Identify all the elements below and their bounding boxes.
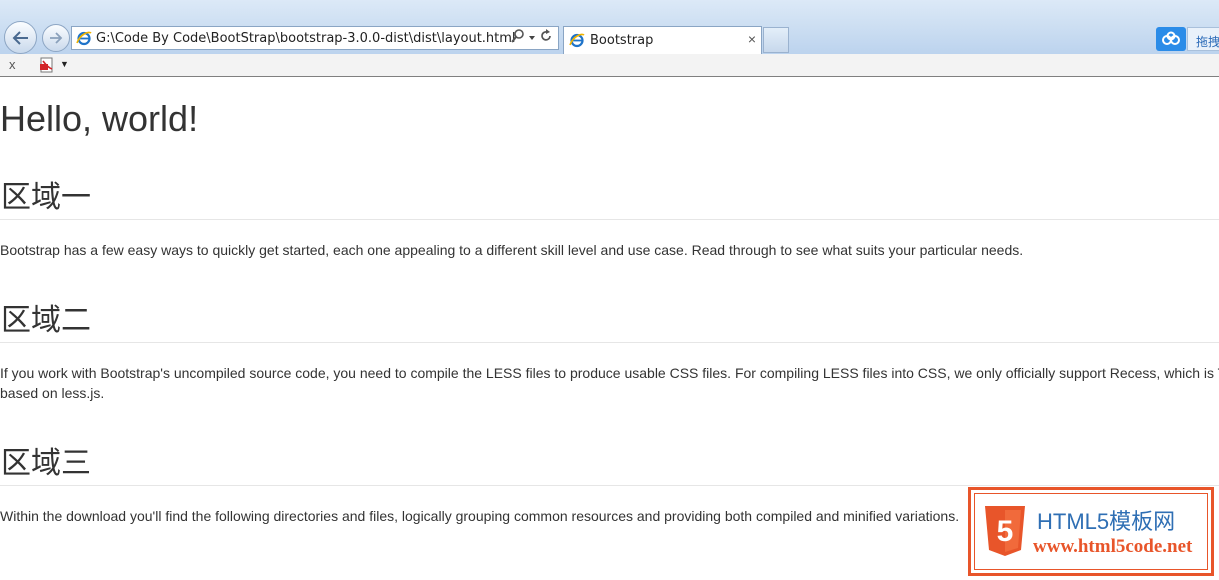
section-text-1: Bootstrap has a few easy ways to quickly… [0,242,1024,258]
section-text-2-line1: If you work with Bootstrap's uncompiled … [0,365,1219,381]
section-title-1: 区域一 [1,180,91,215]
new-tab-button[interactable] [763,27,789,53]
close-icon[interactable]: × [748,31,756,47]
watermark-url: www.html5code.net [1033,536,1193,557]
cloud-button[interactable] [1156,27,1186,51]
search-icon[interactable] [510,28,526,49]
arrow-left-icon [12,30,28,45]
divider [0,342,1219,343]
close-toolbar-icon[interactable]: x [9,57,16,72]
forward-button[interactable] [42,24,70,52]
section-title-3: 区域三 [1,446,91,481]
address-bar[interactable]: G:\Code By Code\BootStrap\bootstrap-3.0.… [71,26,559,50]
chevron-down-icon[interactable]: ▼ [60,59,69,69]
divider [0,219,1219,220]
arrow-right-icon [50,32,63,44]
cloud-icon [1162,31,1180,45]
html5-shield-icon: 5 [985,506,1025,556]
side-button-label[interactable]: 拖拽 [1187,27,1219,51]
ie-logo-icon [76,31,92,46]
browser-title-bar: G:\Code By Code\BootStrap\bootstrap-3.0.… [0,0,1219,55]
back-button[interactable] [4,21,37,54]
tab-bootstrap[interactable]: Bootstrap × [563,26,762,54]
address-url: G:\Code By Code\BootStrap\bootstrap-3.0.… [96,31,516,46]
section-title-2: 区域二 [1,303,91,338]
section-text-2-line2: based on less.js. [0,385,105,401]
tab-title: Bootstrap [590,33,654,48]
html5-badge-text: 5 [997,515,1014,548]
ie-logo-icon [569,33,585,48]
divider [0,485,1219,486]
page-title: Hello, world! [0,98,199,139]
refresh-icon[interactable] [538,28,554,49]
watermark-title: HTML5模板网 [1037,509,1176,534]
dropdown-icon[interactable] [528,29,536,47]
command-bar: x ▼ [0,54,1219,77]
watermark-logo: 5 HTML5模板网 www.html5code.net [968,487,1214,576]
pdf-icon[interactable] [38,56,56,79]
